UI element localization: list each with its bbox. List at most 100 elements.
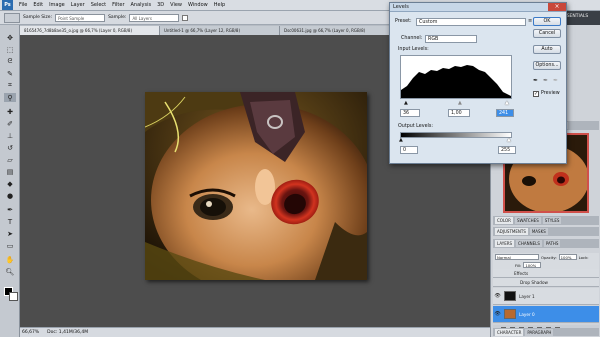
- menu-view[interactable]: View: [167, 2, 185, 8]
- layers-options: Normal Opacity: 100% Lock: Fill: 100%: [493, 253, 599, 269]
- output-white-slider-icon[interactable]: ▲: [507, 137, 511, 143]
- menu-file[interactable]: File: [16, 2, 30, 8]
- tab-channels[interactable]: CHANNELS: [516, 240, 542, 247]
- sample-size-select[interactable]: Point Sample: [55, 13, 106, 22]
- crop-tool-icon[interactable]: ⌗: [4, 81, 16, 90]
- move-tool-icon[interactable]: ✥: [4, 33, 16, 42]
- document-tab[interactable]: 8165476_7d8b8ae35_o.jpg @ 66,7% (Layer 0…: [20, 26, 160, 35]
- toolbox: ✥ ⬚ ᘓ ✎ ⌗ ⚲ ✚ ✐ ⊥ ↺ ▱ ▤ ◆ ● ✒ T ➤ ▭ ✋ 🔍︎: [0, 25, 20, 337]
- tab-paragraph[interactable]: PARAGRAPH: [525, 328, 554, 336]
- preset-select[interactable]: Custom: [416, 18, 526, 26]
- photoshop-logo: Ps: [2, 0, 13, 10]
- lasso-tool-icon[interactable]: ᘓ: [4, 57, 16, 66]
- preview-label: Preview: [541, 91, 560, 96]
- ok-button[interactable]: OK: [533, 17, 561, 26]
- close-icon[interactable]: ×: [548, 3, 566, 11]
- show-sampling-ring-checkbox[interactable]: [182, 14, 189, 21]
- history-brush-tool-icon[interactable]: ↺: [4, 143, 16, 152]
- menu-select[interactable]: Select: [88, 2, 109, 8]
- input-black-field[interactable]: 36: [400, 109, 420, 117]
- eye-icon[interactable]: 👁︎: [493, 311, 502, 317]
- tab-character[interactable]: CHARACTER: [495, 328, 524, 336]
- output-white-field[interactable]: 255: [498, 146, 516, 154]
- opacity-field[interactable]: 100%: [558, 254, 577, 260]
- auto-button[interactable]: Auto: [533, 45, 561, 54]
- menu-3d[interactable]: 3D: [154, 2, 167, 8]
- channel-select[interactable]: RGB: [425, 35, 477, 43]
- hand-tool-icon[interactable]: ✋: [4, 255, 16, 264]
- document-size[interactable]: Doc: 1,41M/36,4M: [47, 330, 88, 335]
- blur-tool-icon[interactable]: ◆: [4, 179, 16, 188]
- black-eyedropper-icon[interactable]: ✒: [532, 77, 539, 86]
- levels-dialog: Levels × Preset: Custom ≡ Channel: RGB I…: [389, 2, 567, 164]
- eyedropper-tool-icon[interactable]: ⚲: [4, 93, 16, 102]
- lock-label: Lock:: [578, 254, 589, 260]
- menu-edit[interactable]: Edit: [30, 2, 46, 8]
- histogram: [400, 55, 512, 99]
- tab-color[interactable]: COLOR: [495, 217, 513, 224]
- input-white-field[interactable]: 241: [496, 109, 514, 117]
- dialog-title: Levels: [390, 3, 566, 12]
- layer-row[interactable]: 👁︎ Layer 1: [493, 288, 599, 305]
- output-black-slider-icon[interactable]: ▲: [399, 137, 403, 143]
- tab-layers[interactable]: LAYERS: [495, 240, 515, 247]
- doll-face-photo[interactable]: [145, 92, 367, 280]
- output-black-field[interactable]: 0: [400, 146, 418, 154]
- tab-adjustments[interactable]: ADJUSTMENTS: [495, 228, 528, 235]
- layer-thumbnail: [504, 309, 516, 319]
- layer-effects-row[interactable]: Effects: [493, 269, 599, 278]
- gradient-tool-icon[interactable]: ▤: [4, 167, 16, 176]
- tab-paths[interactable]: PATHS: [543, 240, 561, 247]
- sample-label: Sample:: [108, 15, 127, 20]
- path-selection-tool-icon[interactable]: ➤: [4, 229, 16, 238]
- white-eyedropper-icon[interactable]: ✒: [552, 77, 559, 86]
- gray-eyedropper-icon[interactable]: ✒: [542, 77, 549, 86]
- menu-help[interactable]: Help: [211, 2, 228, 8]
- marquee-tool-icon[interactable]: ⬚: [4, 45, 16, 54]
- fill-field[interactable]: 100%: [523, 262, 542, 268]
- gamma-slider-icon[interactable]: ▲: [458, 100, 462, 106]
- document-tab[interactable]: Dsc00631.jpg @ 66,7% (Layer 0, RGB/8): [280, 26, 400, 35]
- menu-layer[interactable]: Layer: [68, 2, 88, 8]
- layer-row-selected[interactable]: 👁︎ Layer 0: [493, 306, 599, 323]
- output-gradient: [400, 132, 512, 138]
- eraser-tool-icon[interactable]: ▱: [4, 155, 16, 164]
- layer-drop-shadow-row[interactable]: Drop Shadow: [493, 278, 599, 287]
- tab-masks[interactable]: MASKS: [529, 228, 548, 235]
- tool-preset-picker[interactable]: [4, 12, 20, 23]
- sample-select[interactable]: All Layers: [129, 13, 180, 22]
- background-color-swatch[interactable]: [9, 292, 18, 301]
- menu-window[interactable]: Window: [185, 2, 211, 8]
- white-input-slider-icon[interactable]: ▲: [505, 100, 509, 106]
- healing-brush-tool-icon[interactable]: ✚: [4, 107, 16, 116]
- preview-checkbox[interactable]: ✓: [533, 91, 539, 97]
- layer-name: Drop Shadow: [520, 279, 548, 285]
- pen-tool-icon[interactable]: ✒: [4, 205, 16, 214]
- preset-menu-icon[interactable]: ≡: [528, 18, 532, 24]
- layer-name: Layer 0: [519, 311, 535, 317]
- document-tab[interactable]: Untitled-1 @ 66,7% (Layer 12, RGB/8): [160, 26, 280, 35]
- black-input-slider-icon[interactable]: ▲: [404, 100, 408, 106]
- layer-name: Layer 1: [519, 293, 535, 299]
- tab-styles[interactable]: STYLES: [542, 217, 562, 224]
- fill-label: Fill:: [515, 262, 522, 268]
- input-gamma-field[interactable]: 1,00: [448, 109, 470, 117]
- zoom-level[interactable]: 66,67%: [22, 330, 39, 335]
- tab-swatches[interactable]: SWATCHES: [514, 217, 541, 224]
- color-tab-row: COLOR SWATCHES STYLES: [493, 216, 599, 225]
- clone-stamp-tool-icon[interactable]: ⊥: [4, 131, 16, 140]
- cancel-button[interactable]: Cancel: [533, 29, 561, 38]
- eye-icon[interactable]: 👁︎: [493, 293, 502, 299]
- zoom-tool-icon[interactable]: 🔍︎: [4, 267, 16, 276]
- menu-filter[interactable]: Filter: [109, 2, 127, 8]
- options-button[interactable]: Options...: [533, 61, 561, 70]
- menu-image[interactable]: Image: [46, 2, 68, 8]
- type-tool-icon[interactable]: T: [4, 217, 16, 226]
- layer-thumbnail: [504, 291, 516, 301]
- blend-mode-select[interactable]: Normal: [495, 254, 539, 260]
- quick-select-tool-icon[interactable]: ✎: [4, 69, 16, 78]
- shape-tool-icon[interactable]: ▭: [4, 241, 16, 250]
- dodge-tool-icon[interactable]: ●: [4, 191, 16, 200]
- brush-tool-icon[interactable]: ✐: [4, 119, 16, 128]
- menu-analysis[interactable]: Analysis: [128, 2, 155, 8]
